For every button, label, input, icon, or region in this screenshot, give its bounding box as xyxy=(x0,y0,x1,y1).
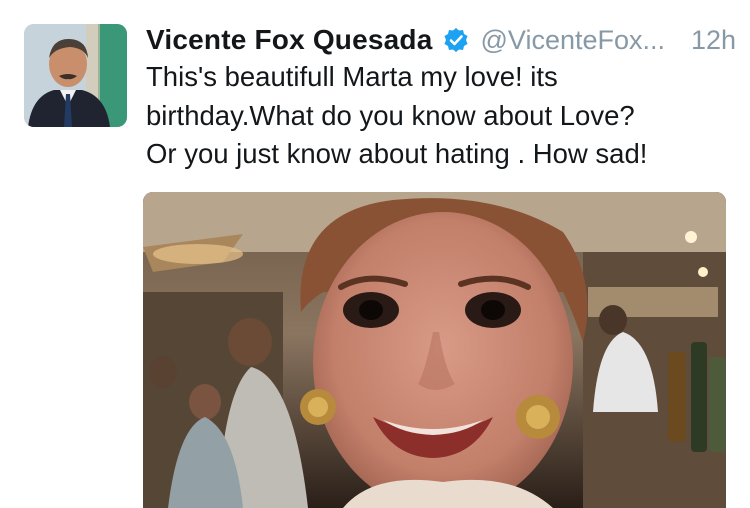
verified-badge-icon xyxy=(443,27,469,53)
author-name[interactable]: Vicente Fox Quesada xyxy=(146,24,433,56)
tweet-text: This's beautifull Marta my love! its bir… xyxy=(146,61,648,169)
profile-avatar[interactable] xyxy=(24,24,127,127)
attached-photo[interactable] xyxy=(143,192,726,508)
author-handle[interactable]: @VicenteFox... xyxy=(481,25,666,56)
tweet-header: Vicente Fox Quesada @VicenteFox... 12h xyxy=(146,20,736,60)
tweet[interactable]: Vicente Fox Quesada @VicenteFox... 12h T… xyxy=(0,0,750,508)
tweet-timestamp[interactable]: 12h xyxy=(691,25,736,56)
